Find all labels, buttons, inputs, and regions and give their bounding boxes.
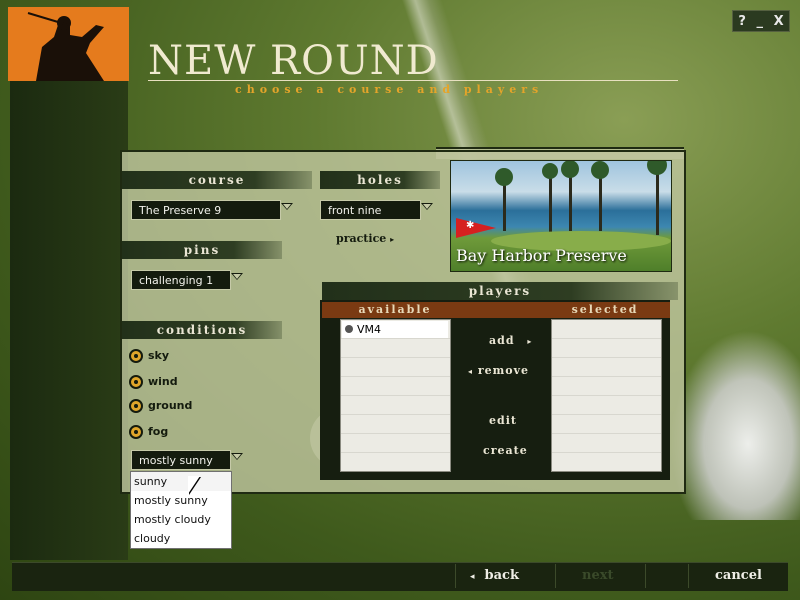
player-name: VM4 [357, 323, 382, 336]
conditions-select[interactable]: mostly sunny [131, 450, 231, 470]
title-divider [148, 80, 678, 81]
dropdown-option-cloudy[interactable]: cloudy [131, 529, 231, 548]
new-round-screen: ? _ X NEW ROUND choose a course and play… [0, 0, 800, 600]
ground-label: ground [148, 399, 193, 412]
cancel-button[interactable]: cancel [715, 568, 762, 583]
minimize-button[interactable]: _ [757, 14, 764, 29]
course-header: course [122, 171, 312, 189]
radio-ground[interactable] [129, 399, 143, 413]
footer-divider [688, 564, 689, 588]
golfer-logo [8, 7, 129, 81]
radio-fog[interactable] [129, 425, 143, 439]
wind-label: wind [148, 375, 178, 388]
background-shoe [670, 330, 800, 520]
selected-header: selected [571, 303, 639, 316]
players-header: players [322, 282, 678, 300]
holes-dropdown-arrow-icon[interactable] [421, 203, 433, 210]
create-player-button[interactable]: create [483, 444, 528, 457]
pins-dropdown-arrow-icon[interactable] [231, 273, 243, 280]
flag-icon [456, 218, 496, 238]
footer-divider [555, 564, 556, 588]
radio-wind[interactable] [129, 375, 143, 389]
window-controls: ? _ X [732, 10, 790, 32]
golf-ball-icon [345, 325, 353, 333]
course-preview-caption: Bay Harbor Preserve [456, 246, 627, 265]
add-label: add [489, 334, 515, 347]
add-player-button[interactable]: add ▸ [489, 334, 532, 347]
course-select[interactable]: The Preserve 9 [131, 200, 281, 220]
dropdown-option-mostly-cloudy[interactable]: mostly cloudy [131, 510, 231, 529]
footer-divider [455, 564, 456, 588]
sky-label: sky [148, 349, 170, 362]
close-button[interactable]: X [774, 14, 784, 29]
chevron-left-icon: ◂ [470, 572, 475, 582]
holes-header: holes [320, 171, 440, 189]
golfer-silhouette-icon [27, 12, 104, 81]
next-label: next [582, 568, 614, 583]
pins-select[interactable]: challenging 1 [131, 270, 231, 290]
list-item[interactable]: VM4 [342, 321, 448, 338]
course-dropdown-arrow-icon[interactable] [281, 203, 293, 210]
left-strip [10, 80, 128, 560]
back-label: back [484, 568, 519, 583]
chevron-right-icon: ▸ [527, 336, 533, 346]
page-subtitle: choose a course and players [235, 83, 544, 96]
remove-label: remove [477, 364, 530, 377]
edit-player-button[interactable]: edit [489, 414, 517, 427]
page-title: NEW ROUND [148, 38, 439, 84]
back-button[interactable]: ◂ back [470, 568, 519, 583]
chevron-left-icon: ◂ [468, 366, 474, 376]
conditions-dropdown-arrow-icon[interactable] [231, 453, 243, 460]
holes-select[interactable]: front nine [320, 200, 421, 220]
pins-header: pins [122, 241, 282, 259]
next-button[interactable]: next [582, 568, 613, 583]
conditions-dropdown-list: sunny mostly sunny mostly cloudy cloudy [130, 471, 232, 549]
selected-players-list[interactable] [551, 319, 662, 472]
practice-label: practice [336, 232, 387, 245]
star-icon: ✱ [466, 220, 475, 231]
bottom-bar [12, 562, 788, 591]
dropdown-option-mostly-sunny[interactable]: mostly sunny [131, 491, 231, 510]
mouse-cursor-icon [188, 476, 200, 494]
help-button[interactable]: ? [738, 14, 746, 29]
dropdown-option-sunny[interactable]: sunny [131, 472, 231, 491]
radio-sky[interactable] [129, 349, 143, 363]
remove-player-button[interactable]: ◂ remove [468, 364, 529, 377]
conditions-header: conditions [122, 321, 282, 339]
chevron-right-icon: ▸ [390, 234, 395, 244]
practice-button[interactable]: practice ▸ [336, 232, 394, 245]
available-header: available [358, 303, 432, 316]
fog-label: fog [148, 425, 169, 438]
available-players-list[interactable]: VM4 [340, 319, 451, 472]
footer-divider [645, 564, 646, 588]
